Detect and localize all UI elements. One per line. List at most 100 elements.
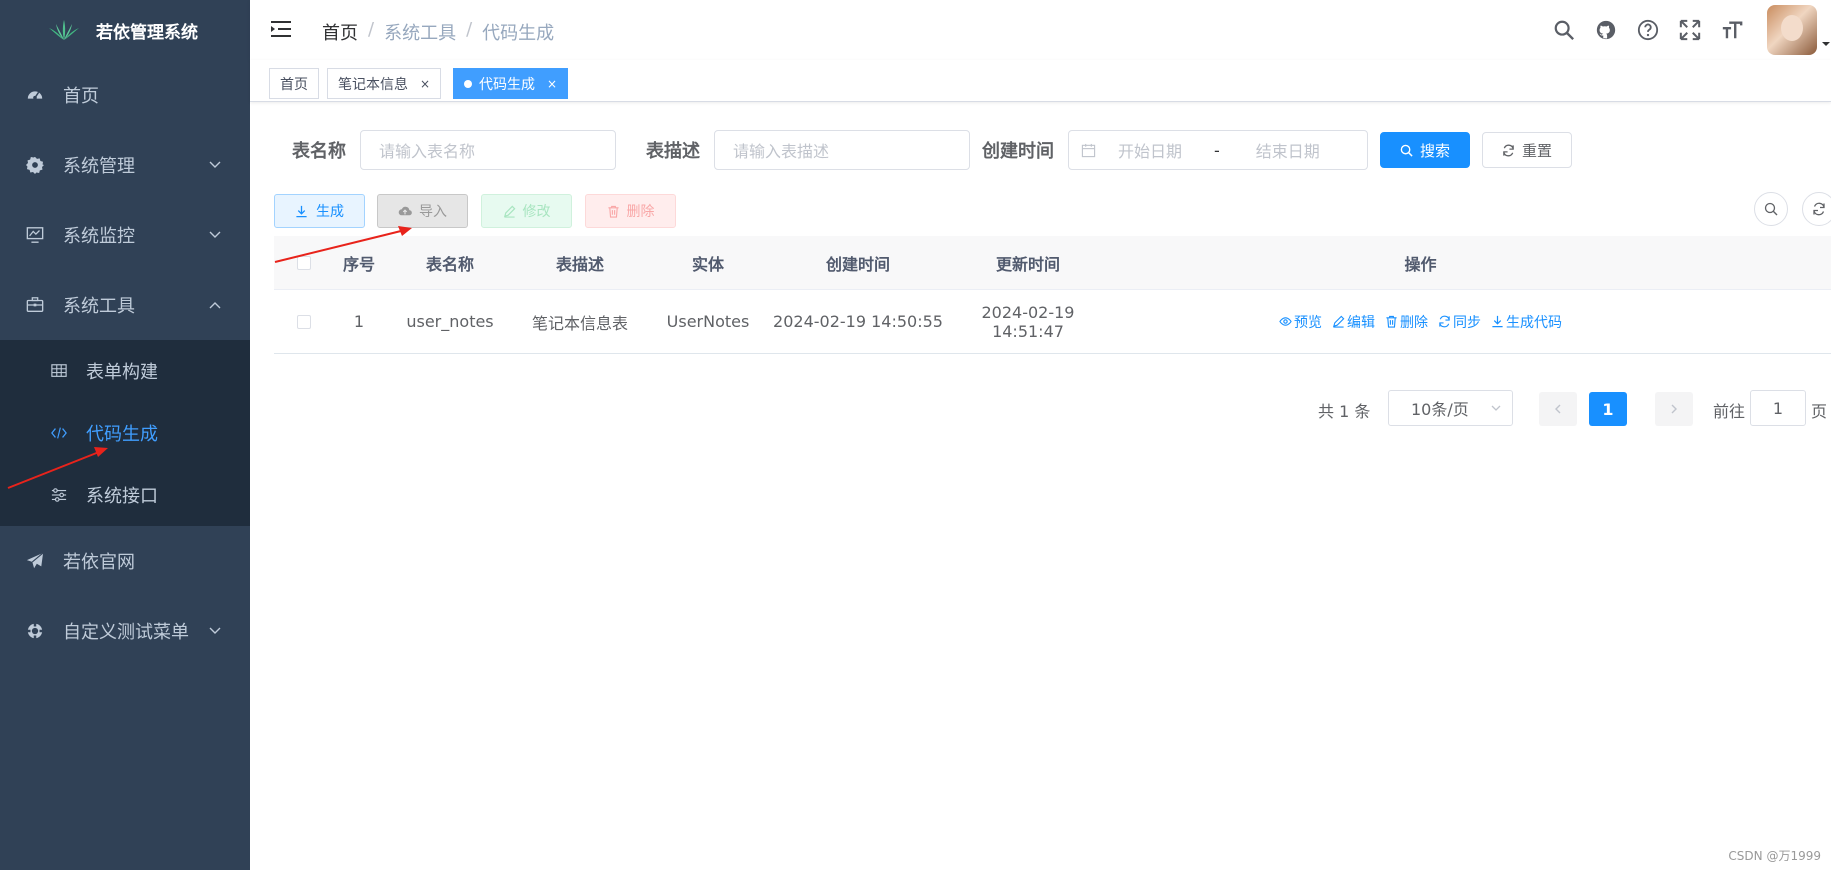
download-icon <box>1491 315 1504 328</box>
table-row: 1 user_notes 笔记本信息表 UserNotes 2024-02-19… <box>274 290 1831 354</box>
chevron-down-icon <box>209 161 221 168</box>
sidebar-item-label: 表单构建 <box>86 362 158 383</box>
app-title: 若依管理系统 <box>96 22 198 43</box>
prev-page-button[interactable] <box>1539 392 1577 426</box>
generate-code-label: 生成代码 <box>1506 314 1562 331</box>
tags-view: 首页 笔记本信息 × 代码生成 × <box>250 60 1831 102</box>
page-number-current[interactable]: 1 <box>1589 392 1627 426</box>
calendar-icon <box>1081 143 1096 157</box>
goto-page-value: 1 <box>1772 398 1784 418</box>
sidebar-item-label: 自定义测试菜单 <box>63 622 189 643</box>
tag-notebook-info[interactable]: 笔记本信息 × <box>327 68 442 99</box>
goto-page-input[interactable]: 1 <box>1750 390 1806 426</box>
close-icon[interactable]: × <box>547 77 557 91</box>
page-suffix-label: 页 <box>1811 402 1828 421</box>
chevron-up-icon <box>209 302 221 309</box>
edit-link[interactable]: 编辑 <box>1332 312 1375 332</box>
preview-link[interactable]: 预览 <box>1279 312 1322 332</box>
chevron-left-icon <box>1555 404 1561 414</box>
row-checkbox[interactable] <box>297 314 311 329</box>
select-all-checkbox[interactable] <box>297 255 311 270</box>
cell-entity: UserNotes <box>666 312 750 331</box>
end-date-placeholder: 结束日期 <box>1255 142 1320 161</box>
import-label: 导入 <box>419 204 447 220</box>
header-select <box>274 255 334 270</box>
delete-label: 删除 <box>626 204 655 220</box>
question-icon[interactable] <box>1635 17 1661 43</box>
code-icon <box>50 424 68 442</box>
sidebar-item-official-site[interactable]: 若依官网 <box>0 526 250 596</box>
send-icon <box>25 551 45 571</box>
reset-button[interactable]: 重置 <box>1482 132 1572 168</box>
header-create-time: 创建时间 <box>825 254 890 274</box>
sidebar-item-monitor[interactable]: 系统监控 <box>0 200 250 270</box>
cell-select <box>274 314 334 329</box>
app-root: 若依管理系统 首页 系统管理 系统监控 系统工具 表单构建 代码生成 系统接口 … <box>0 0 1831 870</box>
breadcrumb: 首页 / 系统工具 / 代码生成 <box>322 19 564 45</box>
github-icon[interactable] <box>1593 17 1619 43</box>
submenu-tools: 表单构建 代码生成 系统接口 <box>0 340 250 526</box>
tag-label: 首页 <box>280 76 308 93</box>
trash-icon <box>1385 315 1398 328</box>
edit-label: 编辑 <box>1347 314 1375 331</box>
chevron-down-icon <box>209 231 221 238</box>
chevron-down-icon <box>209 627 221 634</box>
search-button[interactable]: 搜索 <box>1380 132 1470 168</box>
eye-icon <box>1279 315 1292 328</box>
fullscreen-icon[interactable] <box>1677 17 1703 43</box>
breadcrumb-home[interactable]: 首页 <box>322 19 358 45</box>
toggle-search-button[interactable] <box>1754 192 1788 226</box>
tag-codegen[interactable]: 代码生成 × <box>453 68 569 99</box>
header-index: 序号 <box>342 254 375 274</box>
edit-label: 修改 <box>522 204 551 220</box>
font-size-icon[interactable] <box>1719 17 1745 43</box>
page-size-value: 10条/页 <box>1411 400 1469 419</box>
table-desc-input[interactable]: 请输入表描述 <box>714 130 970 170</box>
main-content: 表名称 请输入表名称 表描述 请输入表描述 创建时间 开始日期 - 结束日期 搜… <box>250 102 1831 870</box>
cell-table-name: user_notes <box>406 312 494 331</box>
generate-button[interactable]: 生成 <box>274 194 365 228</box>
sidebar-item-system[interactable]: 系统管理 <box>0 130 250 200</box>
page-size-select[interactable]: 10条/页 <box>1388 390 1513 426</box>
refresh-table-button[interactable] <box>1802 192 1831 226</box>
delete-link[interactable]: 删除 <box>1385 312 1428 332</box>
breadcrumb-separator: / <box>466 19 473 40</box>
import-button[interactable]: 导入 <box>377 194 468 228</box>
breadcrumb-separator: / <box>368 19 375 40</box>
sidebar-item-tools[interactable]: 系统工具 <box>0 270 250 340</box>
logo[interactable]: 若依管理系统 <box>0 0 250 60</box>
download-icon <box>296 205 307 217</box>
sidebar-item-custom-test[interactable]: 自定义测试菜单 <box>0 596 250 666</box>
table-icon <box>50 362 68 380</box>
menu-fold-icon[interactable] <box>270 18 292 40</box>
header-table-desc: 表描述 <box>555 254 604 274</box>
generate-code-link[interactable]: 生成代码 <box>1491 312 1562 332</box>
table-header: 序号 表名称 表描述 实体 创建时间 更新时间 操作 <box>274 236 1831 290</box>
navbar: 首页 / 系统工具 / 代码生成 <box>250 0 1831 60</box>
sidebar-item-codegen[interactable]: 代码生成 <box>0 402 250 464</box>
cell-create-time: 2024-02-19 14:50:55 <box>773 312 943 331</box>
toolbox-icon <box>25 295 45 315</box>
delete-button[interactable]: 删除 <box>585 194 676 228</box>
sidebar-item-label: 系统管理 <box>63 156 135 177</box>
breadcrumb-codegen: 代码生成 <box>482 23 555 44</box>
edit-button[interactable]: 修改 <box>481 194 572 228</box>
table-name-label: 表名称 <box>292 141 346 162</box>
sidebar-item-api[interactable]: 系统接口 <box>0 464 250 526</box>
sidebar-item-home[interactable]: 首页 <box>0 60 250 130</box>
avatar[interactable] <box>1767 5 1817 55</box>
search-icon[interactable] <box>1551 17 1577 43</box>
right-menu <box>1551 0 1831 60</box>
close-icon[interactable]: × <box>420 77 430 91</box>
next-page-button[interactable] <box>1655 392 1693 426</box>
date-range-picker[interactable]: 开始日期 - 结束日期 <box>1068 130 1368 170</box>
gear-icon <box>25 155 45 175</box>
table-name-input[interactable]: 请输入表名称 <box>360 130 616 170</box>
caret-down-icon[interactable] <box>1821 39 1831 49</box>
pagination-total: 共 1 条 <box>1318 402 1371 421</box>
reset-button-label: 重置 <box>1521 141 1552 160</box>
sync-link[interactable]: 同步 <box>1438 312 1481 332</box>
sidebar-item-form-build[interactable]: 表单构建 <box>0 340 250 402</box>
tag-home[interactable]: 首页 <box>269 68 319 99</box>
breadcrumb-tools: 系统工具 <box>384 23 457 44</box>
